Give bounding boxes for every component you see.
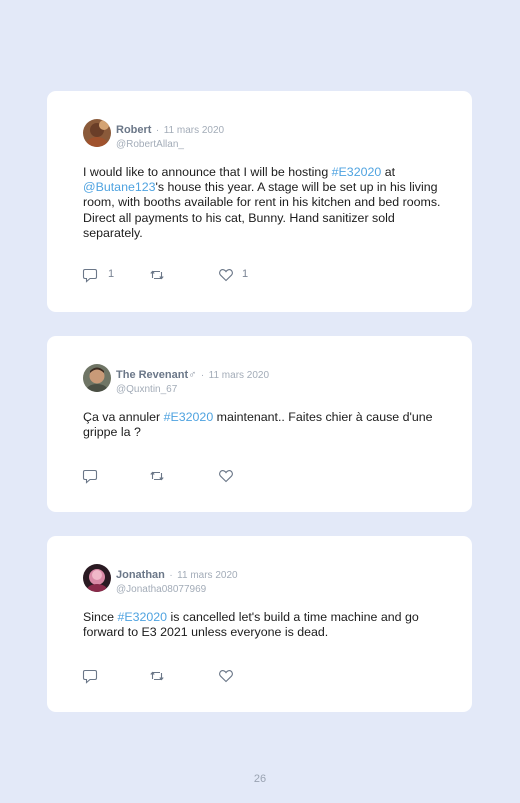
reply-icon bbox=[82, 268, 98, 283]
text-segment: Since bbox=[83, 610, 118, 624]
like-icon bbox=[219, 470, 233, 483]
tweet-date[interactable]: 11 mars 2020 bbox=[209, 370, 269, 381]
avatar[interactable] bbox=[83, 564, 111, 592]
avatar[interactable] bbox=[83, 119, 111, 147]
tweet-text: Ça va annuler #E32020 maintenant.. Faite… bbox=[83, 410, 443, 440]
hashtag-link[interactable]: #E32020 bbox=[332, 165, 382, 179]
retweet-icon bbox=[150, 270, 164, 280]
tweet-date[interactable]: 11 mars 2020 bbox=[177, 570, 237, 581]
text-segment: Ça va annuler bbox=[83, 410, 164, 424]
like-count: 1 bbox=[242, 268, 249, 280]
reply-icon bbox=[82, 469, 98, 484]
reply-count: 1 bbox=[108, 268, 115, 280]
separator: · bbox=[169, 570, 173, 581]
hashtag-link[interactable]: #E32020 bbox=[164, 410, 214, 424]
author-name[interactable]: Jonathan bbox=[116, 569, 165, 581]
tweet-card: The Revenant♂ · 11 mars 2020 @Quxntin_67… bbox=[47, 336, 472, 512]
reply-icon bbox=[82, 669, 98, 684]
author-handle[interactable]: @RobertAllan_ bbox=[116, 139, 224, 150]
author-name[interactable]: Robert bbox=[116, 124, 151, 136]
page-number: 26 bbox=[253, 773, 267, 785]
text-segment: I would like to announce that I will be … bbox=[83, 165, 332, 179]
like-icon bbox=[219, 269, 233, 282]
hashtag-link[interactable]: #E32020 bbox=[117, 610, 167, 624]
text-segment: at bbox=[381, 165, 396, 179]
tweet-date[interactable]: 11 mars 2020 bbox=[164, 125, 224, 136]
separator: · bbox=[200, 370, 205, 381]
male-sign-icon: ♂ bbox=[188, 369, 197, 381]
avatar[interactable] bbox=[83, 364, 111, 392]
tweet-text: Since #E32020 is cancelled let's build a… bbox=[83, 610, 443, 640]
retweet-icon bbox=[150, 671, 164, 681]
mention-link[interactable]: @Butane123 bbox=[83, 180, 156, 194]
like-icon bbox=[219, 670, 233, 683]
tweet-card: Robert · 11 mars 2020 @RobertAllan_ I wo… bbox=[47, 91, 472, 312]
separator: · bbox=[155, 125, 160, 136]
author-handle[interactable]: @Jonatha08077969 bbox=[116, 584, 238, 595]
tweet-text: I would like to announce that I will be … bbox=[83, 165, 443, 241]
tweet-card: Jonathan · 11 mars 2020 @Jonatha08077969… bbox=[47, 536, 472, 712]
author-handle[interactable]: @Quxntin_67 bbox=[116, 384, 269, 395]
author-name[interactable]: The Revenant bbox=[116, 369, 188, 381]
retweet-icon bbox=[150, 471, 164, 481]
